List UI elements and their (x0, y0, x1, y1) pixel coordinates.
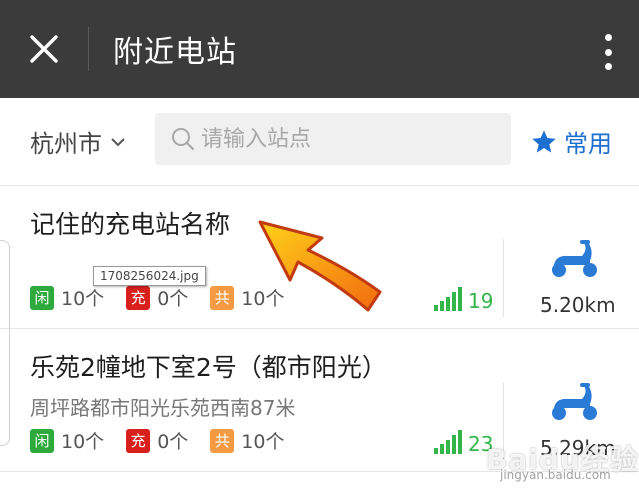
navigate-button[interactable] (548, 382, 600, 426)
page-title: 附近电站 (113, 35, 237, 70)
charging-badge: 充 (126, 285, 151, 310)
watermark-url: jingyan.baidu.com (500, 468, 611, 482)
navigate-button[interactable] (548, 239, 600, 283)
station-address: 周坪路都市阳光乐苑西南87米 (30, 396, 296, 420)
idle-badge: 闲 (30, 428, 54, 453)
column-divider (503, 239, 504, 317)
city-selector[interactable]: 杭州市 (30, 124, 126, 159)
close-icon (30, 35, 58, 63)
idle-count: 10个 (61, 288, 105, 310)
watermark: Baidu经验 jingyan.baidu.com (486, 438, 639, 482)
shared-badge: 共 (210, 428, 235, 453)
signal-indicator: 19 (434, 285, 493, 311)
idle-count: 10个 (61, 431, 105, 453)
favorites-label: 常用 (564, 130, 612, 158)
title-divider (88, 27, 89, 71)
search-bar: 杭州市 常用 (0, 98, 639, 186)
more-dot (604, 48, 612, 56)
more-vertical-icon (604, 34, 612, 41)
station-name: 乐苑2幢地下室2号（都市阳光） (30, 353, 387, 382)
favorites-button[interactable]: 常用 (530, 124, 612, 159)
chevron-down-icon (111, 137, 125, 146)
station-distance: 5.20km (540, 293, 616, 317)
signal-bars-icon (434, 428, 464, 454)
search-icon (172, 128, 195, 151)
charging-count: 0个 (157, 288, 189, 310)
search-input[interactable] (201, 126, 481, 152)
idle-badge: 闲 (30, 285, 54, 310)
signal-value: 19 (468, 289, 494, 313)
signal-indicator: 23 (434, 428, 493, 454)
shared-count: 10个 (241, 431, 285, 453)
shared-badge: 共 (210, 285, 235, 310)
close-button[interactable] (0, 0, 88, 98)
annotation-arrow-icon (258, 220, 382, 312)
star-icon (532, 129, 556, 152)
scooter-icon (552, 240, 597, 277)
title-bar: 附近电站 (0, 0, 639, 98)
scooter-icon (552, 383, 597, 420)
signal-bars-icon (434, 285, 464, 311)
more-dot (604, 63, 612, 70)
station-status-counts: 闲 10个 充 0个 共 10个 (30, 427, 306, 454)
more-menu-button[interactable] (603, 34, 613, 70)
station-name: 记住的充电站名称 (30, 210, 231, 239)
image-tooltip: 1708256024.jpg (93, 266, 206, 286)
scroll-indicator (0, 240, 10, 446)
charging-count: 0个 (157, 431, 189, 453)
search-field[interactable] (155, 113, 511, 165)
charging-badge: 充 (126, 428, 151, 453)
city-label: 杭州市 (30, 130, 102, 158)
